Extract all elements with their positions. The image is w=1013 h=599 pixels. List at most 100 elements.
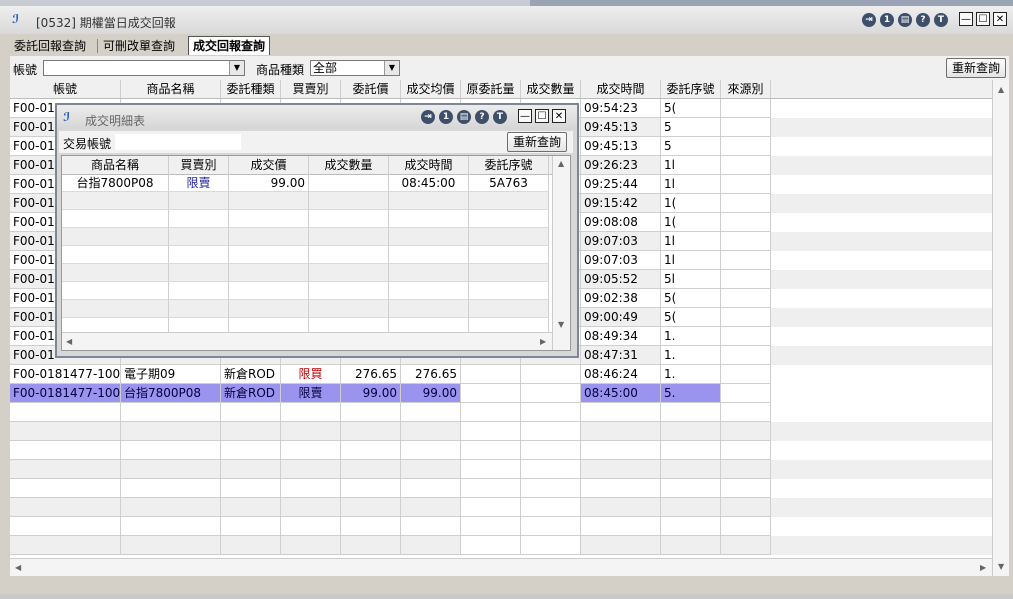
detail-column-header[interactable]: 成交價 — [229, 156, 309, 174]
chevron-down-icon[interactable]: ▼ — [229, 61, 244, 75]
table-row[interactable] — [10, 441, 992, 460]
table-cell — [121, 460, 221, 479]
table-row[interactable] — [10, 403, 992, 422]
table-cell — [581, 498, 661, 517]
table-cell: 1l — [661, 251, 721, 270]
table-row[interactable] — [10, 536, 992, 555]
detail-row[interactable] — [62, 282, 552, 300]
table-cell — [721, 251, 771, 270]
detail-row[interactable] — [62, 246, 552, 264]
print-icon[interactable]: ▤ — [898, 13, 912, 27]
table-cell — [521, 498, 581, 517]
t-icon[interactable]: T — [934, 13, 948, 27]
help-icon[interactable]: ? — [475, 110, 489, 124]
table-cell — [721, 308, 771, 327]
column-header[interactable]: 來源別 — [721, 80, 771, 98]
help-icon[interactable]: ? — [916, 13, 930, 27]
table-cell — [10, 498, 121, 517]
detail-cell — [229, 246, 309, 264]
print-icon[interactable]: ▤ — [457, 110, 471, 124]
scroll-right-icon[interactable]: ▶ — [980, 563, 986, 572]
table-cell — [10, 536, 121, 555]
maximize-icon[interactable]: ☐ — [535, 109, 549, 123]
table-cell — [10, 460, 121, 479]
column-header[interactable]: 原委託量 — [461, 80, 521, 98]
tab-order-report[interactable]: 委託回報查詢 — [14, 37, 86, 55]
table-cell — [721, 536, 771, 555]
one-icon[interactable]: 1 — [880, 13, 894, 27]
scroll-right-icon[interactable]: ▶ — [540, 337, 546, 346]
column-header[interactable]: 商品名稱 — [121, 80, 221, 98]
logout-icon[interactable]: ⇥ — [862, 13, 876, 27]
detail-row[interactable] — [62, 264, 552, 282]
table-cell: 09:05:52 — [581, 270, 661, 289]
scroll-left-icon[interactable]: ◀ — [15, 563, 21, 572]
scroll-up-icon[interactable]: ▲ — [558, 159, 564, 168]
dialog-title-bar[interactable]: ℐ 成交明細表 ⇥ 1 ▤ ? T — ☐ ✕ — [57, 105, 577, 129]
detail-horizontal-scrollbar[interactable]: ◀ ▶ — [62, 332, 552, 350]
table-row[interactable] — [10, 460, 992, 479]
close-icon[interactable]: ✕ — [993, 12, 1007, 26]
column-header[interactable]: 帳號 — [10, 80, 121, 98]
product-type-combo[interactable]: 全部 ▼ — [310, 60, 400, 76]
trade-detail-grid: 商品名稱 買賣別 成交價 成交數量 成交時間 委託序號 台指7800P08 限賣 99.00 0… — [61, 155, 571, 351]
table-row[interactable] — [10, 422, 992, 441]
product-type-label: 商品種類 — [256, 63, 305, 77]
chevron-down-icon[interactable]: ▼ — [384, 61, 399, 75]
table-cell: 09:07:03 — [581, 232, 661, 251]
minimize-icon[interactable]: — — [959, 12, 973, 26]
column-header[interactable]: 委託種類 — [221, 80, 281, 98]
table-row[interactable]: F00-0181477-1001 電子期09 新倉ROD 限買 276.65 276.65… — [10, 365, 992, 384]
scroll-down-icon[interactable]: ▼ — [558, 320, 564, 329]
detail-row[interactable] — [62, 300, 552, 318]
table-cell — [721, 327, 771, 346]
close-icon[interactable]: ✕ — [552, 109, 566, 123]
tab-trade-report[interactable]: 成交回報查詢 — [188, 36, 271, 55]
column-header[interactable]: 委託價 — [341, 80, 401, 98]
detail-cell: 限賣 — [169, 174, 229, 192]
column-header[interactable]: 成交時間 — [581, 80, 661, 98]
table-cell — [721, 517, 771, 536]
account-combo[interactable]: ▼ — [43, 60, 245, 76]
table-cell — [661, 460, 721, 479]
detail-cell — [229, 228, 309, 246]
column-header[interactable]: 買賣別 — [281, 80, 341, 98]
detail-cell — [389, 228, 469, 246]
table-row[interactable] — [10, 479, 992, 498]
detail-row[interactable]: 台指7800P08 限賣 99.00 08:45:00 5A763 — [62, 174, 552, 192]
one-icon[interactable]: 1 — [439, 110, 453, 124]
vertical-scrollbar[interactable]: ▲ ▼ — [992, 80, 1009, 576]
requery-button[interactable]: 重新查詢 — [946, 58, 1006, 78]
maximize-icon[interactable]: ☐ — [976, 12, 990, 26]
column-header[interactable]: 成交數量 — [521, 80, 581, 98]
column-header[interactable]: 成交均價 — [401, 80, 461, 98]
table-cell: 新倉ROD — [221, 384, 281, 403]
t-icon[interactable]: T — [493, 110, 507, 124]
detail-vertical-scrollbar[interactable]: ▲ ▼ — [552, 156, 570, 350]
detail-column-header[interactable]: 商品名稱 — [62, 156, 169, 174]
scroll-down-icon[interactable]: ▼ — [998, 562, 1004, 571]
table-cell — [581, 441, 661, 460]
trade-account-field[interactable] — [115, 134, 241, 150]
logout-icon[interactable]: ⇥ — [421, 110, 435, 124]
scroll-up-icon[interactable]: ▲ — [998, 85, 1004, 94]
detail-column-header[interactable]: 成交時間 — [389, 156, 469, 174]
scroll-left-icon[interactable]: ◀ — [66, 337, 72, 346]
horizontal-scrollbar[interactable]: ◀ ▶ — [10, 558, 992, 576]
detail-column-header[interactable]: 委託序號 — [469, 156, 549, 174]
tab-cancelable-orders[interactable]: 可刪改單查詢 — [103, 37, 175, 55]
detail-column-header[interactable]: 成交數量 — [309, 156, 389, 174]
table-cell — [661, 517, 721, 536]
detail-column-header[interactable]: 買賣別 — [169, 156, 229, 174]
table-row[interactable] — [10, 517, 992, 536]
detail-row[interactable] — [62, 210, 552, 228]
table-row[interactable] — [10, 498, 992, 517]
table-cell — [521, 422, 581, 441]
minimize-icon[interactable]: — — [518, 109, 532, 123]
table-cell — [521, 479, 581, 498]
column-header[interactable]: 委託序號 — [661, 80, 721, 98]
dialog-requery-button[interactable]: 重新查詢 — [507, 132, 567, 152]
detail-row[interactable] — [62, 192, 552, 210]
table-row[interactable]: F00-0181477-1001 台指7800P08 新倉ROD 限賣 99.00 99.… — [10, 384, 992, 403]
detail-row[interactable] — [62, 228, 552, 246]
